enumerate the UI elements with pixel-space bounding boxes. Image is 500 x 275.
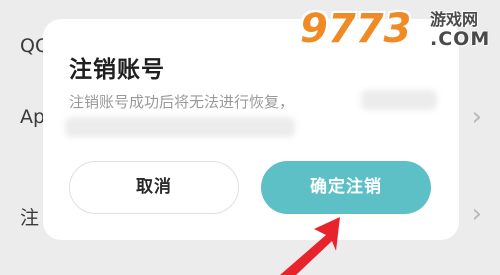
- site-watermark-logo: 9773 游戏网 .COM: [300, 0, 500, 70]
- confirm-cancel-account-button[interactable]: 确定注销: [261, 161, 431, 214]
- chevron-right-icon: ›: [471, 102, 482, 132]
- watermark-domain: .COM: [430, 28, 491, 50]
- watermark-site-name: 游戏网: [430, 10, 479, 29]
- cancel-button[interactable]: 取消: [69, 161, 239, 214]
- annotation-arrow-icon: [280, 217, 340, 275]
- blurred-text: [361, 90, 437, 110]
- dialog-title: 注销账号: [69, 57, 165, 83]
- chevron-right-icon: ›: [471, 199, 482, 229]
- dialog-message: 注销账号成功后将无法进行恢复，: [69, 93, 295, 111]
- watermark-number: 9773: [300, 6, 412, 52]
- blurred-text: [65, 117, 295, 137]
- list-item-label: 注: [20, 207, 40, 229]
